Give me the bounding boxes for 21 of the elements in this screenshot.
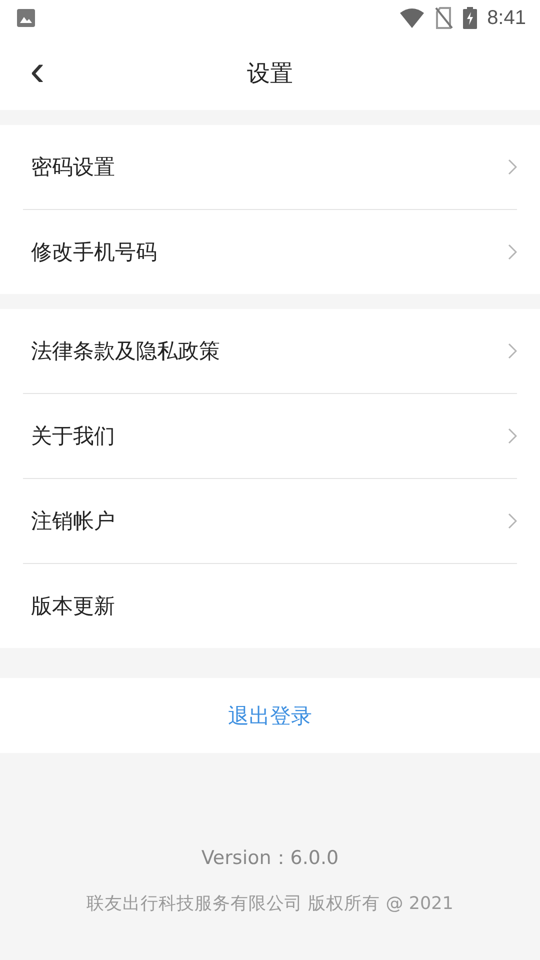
settings-row[interactable]: 密码设置: [23, 125, 517, 210]
page-title: 设置: [247, 60, 293, 88]
row-label: 密码设置: [31, 154, 115, 181]
settings-row[interactable]: 修改手机号码: [23, 210, 517, 294]
row-label: 版本更新: [31, 593, 115, 620]
row-label: 关于我们: [31, 423, 115, 450]
row-label: 法律条款及隐私政策: [31, 338, 220, 365]
settings-row[interactable]: 法律条款及隐私政策: [23, 309, 517, 394]
copyright-text: 联友出行科技服务有限公司 版权所有 @ 2021: [86, 893, 454, 915]
back-button[interactable]: ‹: [22, 46, 53, 96]
battery-icon: [463, 7, 478, 29]
settings-row[interactable]: 版本更新: [23, 564, 517, 648]
row-label: 注销帐户: [31, 508, 115, 535]
settings-row[interactable]: 注销帐户: [23, 479, 517, 564]
row-label: 修改手机号码: [31, 239, 157, 266]
status-time: 8:41: [487, 6, 526, 30]
no-sim-icon: [435, 7, 454, 29]
image-icon: [16, 8, 36, 28]
wifi-icon: [399, 8, 426, 28]
version-text: Version：6.0.0: [201, 846, 339, 871]
settings-row[interactable]: 关于我们: [23, 394, 517, 479]
